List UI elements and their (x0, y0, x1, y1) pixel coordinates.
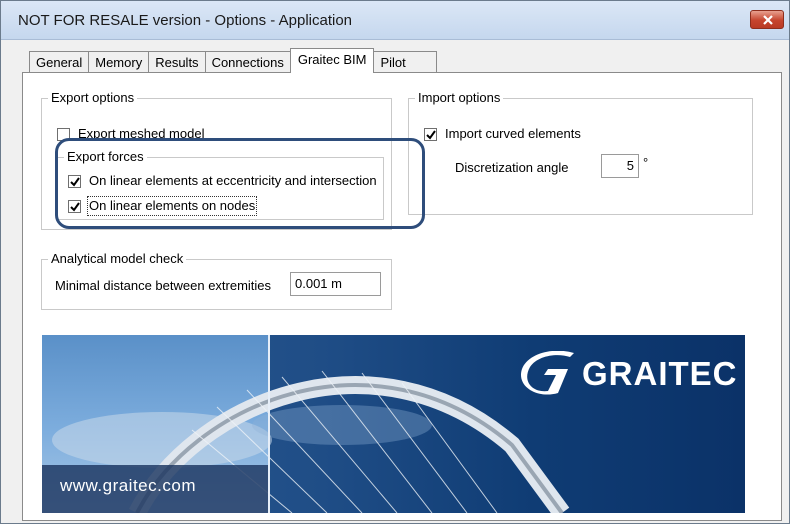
discretization-angle-label: Discretization angle (455, 160, 569, 175)
options-dialog: NOT FOR RESALE version - Options - Appli… (0, 0, 790, 524)
tab-general[interactable]: General (29, 51, 90, 73)
graitec-logo-text: GRAITEC (582, 355, 738, 392)
analytical-check-legend: Analytical model check (48, 251, 187, 267)
close-icon (763, 15, 773, 25)
tab-graitec-bim[interactable]: Graitec BIM (289, 48, 375, 73)
min-distance-label: Minimal distance between extremities (55, 278, 272, 293)
tab-strip: General Memory Results Connections Grait… (29, 48, 437, 73)
tab-pilot[interactable]: Pilot (373, 51, 437, 73)
degree-unit: ° (643, 155, 649, 170)
import-curved-label: Import curved elements (445, 126, 581, 141)
window-title: NOT FOR RESALE version - Options - Appli… (18, 12, 353, 29)
import-options-group: Import options Import curved elements Di… (408, 90, 753, 215)
close-button[interactable] (750, 10, 784, 29)
min-distance-input[interactable]: 0.001 m (290, 272, 381, 296)
discretization-angle-input[interactable]: 5 (601, 154, 639, 178)
highlight-annotation (55, 138, 425, 229)
banner-url[interactable]: www.graitec.com (60, 476, 196, 496)
import-curved-checkbox[interactable] (424, 127, 437, 141)
export-options-legend: Export options (48, 90, 138, 106)
analytical-check-group: Analytical model check Minimal distance … (41, 251, 392, 310)
title-bar[interactable]: NOT FOR RESALE version - Options - Appli… (1, 1, 789, 40)
import-curved-row[interactable]: Import curved elements (424, 126, 581, 142)
tab-connections[interactable]: Connections (204, 51, 291, 73)
import-options-legend: Import options (415, 90, 504, 106)
graitec-logo-icon (520, 351, 574, 395)
tab-memory[interactable]: Memory (88, 51, 150, 73)
checkmark-icon (426, 129, 436, 140)
graitec-banner: www.graitec.com GRAITEC (42, 335, 745, 513)
banner-divider (268, 335, 270, 513)
tab-results[interactable]: Results (148, 51, 206, 73)
